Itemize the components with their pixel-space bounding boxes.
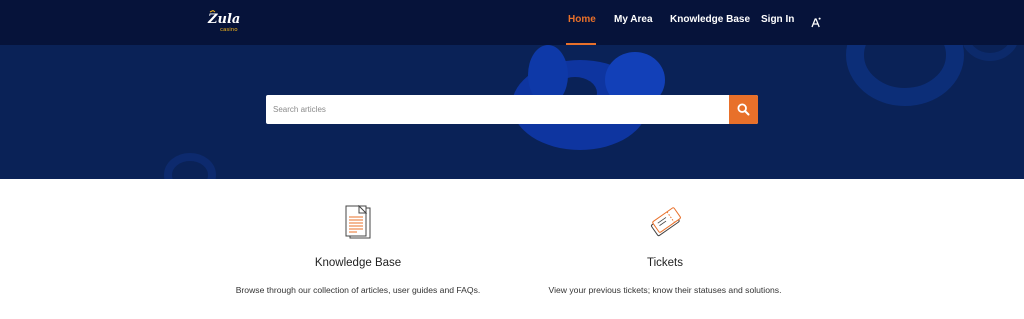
nav-knowledge-base[interactable]: Knowledge Base	[670, 14, 750, 25]
nav-my-area[interactable]: My Area	[614, 14, 653, 25]
knowledge-base-description: Browse through our collection of article…	[235, 285, 481, 295]
svg-text:Zula: Zula	[207, 12, 240, 27]
search-input[interactable]	[266, 95, 729, 124]
knowledge-base-title[interactable]: Knowledge Base	[208, 257, 508, 269]
top-navigation-bar: Zula casino Home My Area Knowledge Base …	[0, 0, 1024, 45]
zula-casino-logo[interactable]: Zula casino	[207, 9, 243, 34]
search-icon	[737, 103, 750, 116]
knowledge-base-card[interactable]: Knowledge Base Browse through our collec…	[208, 205, 508, 295]
active-nav-indicator	[566, 43, 596, 45]
search-button[interactable]	[729, 95, 758, 124]
nav-home[interactable]: Home	[568, 14, 596, 25]
search-bar	[266, 95, 758, 124]
font-size-icon[interactable]	[811, 15, 821, 28]
document-stack-icon	[345, 205, 371, 239]
ticket-icon	[650, 207, 681, 237]
tickets-card[interactable]: Tickets View your previous tickets; know…	[515, 205, 815, 295]
nav-sign-in[interactable]: Sign In	[761, 14, 794, 25]
tickets-title[interactable]: Tickets	[515, 257, 815, 269]
tickets-description: View your previous tickets; know their s…	[548, 285, 782, 295]
svg-text:casino: casino	[220, 27, 238, 33]
